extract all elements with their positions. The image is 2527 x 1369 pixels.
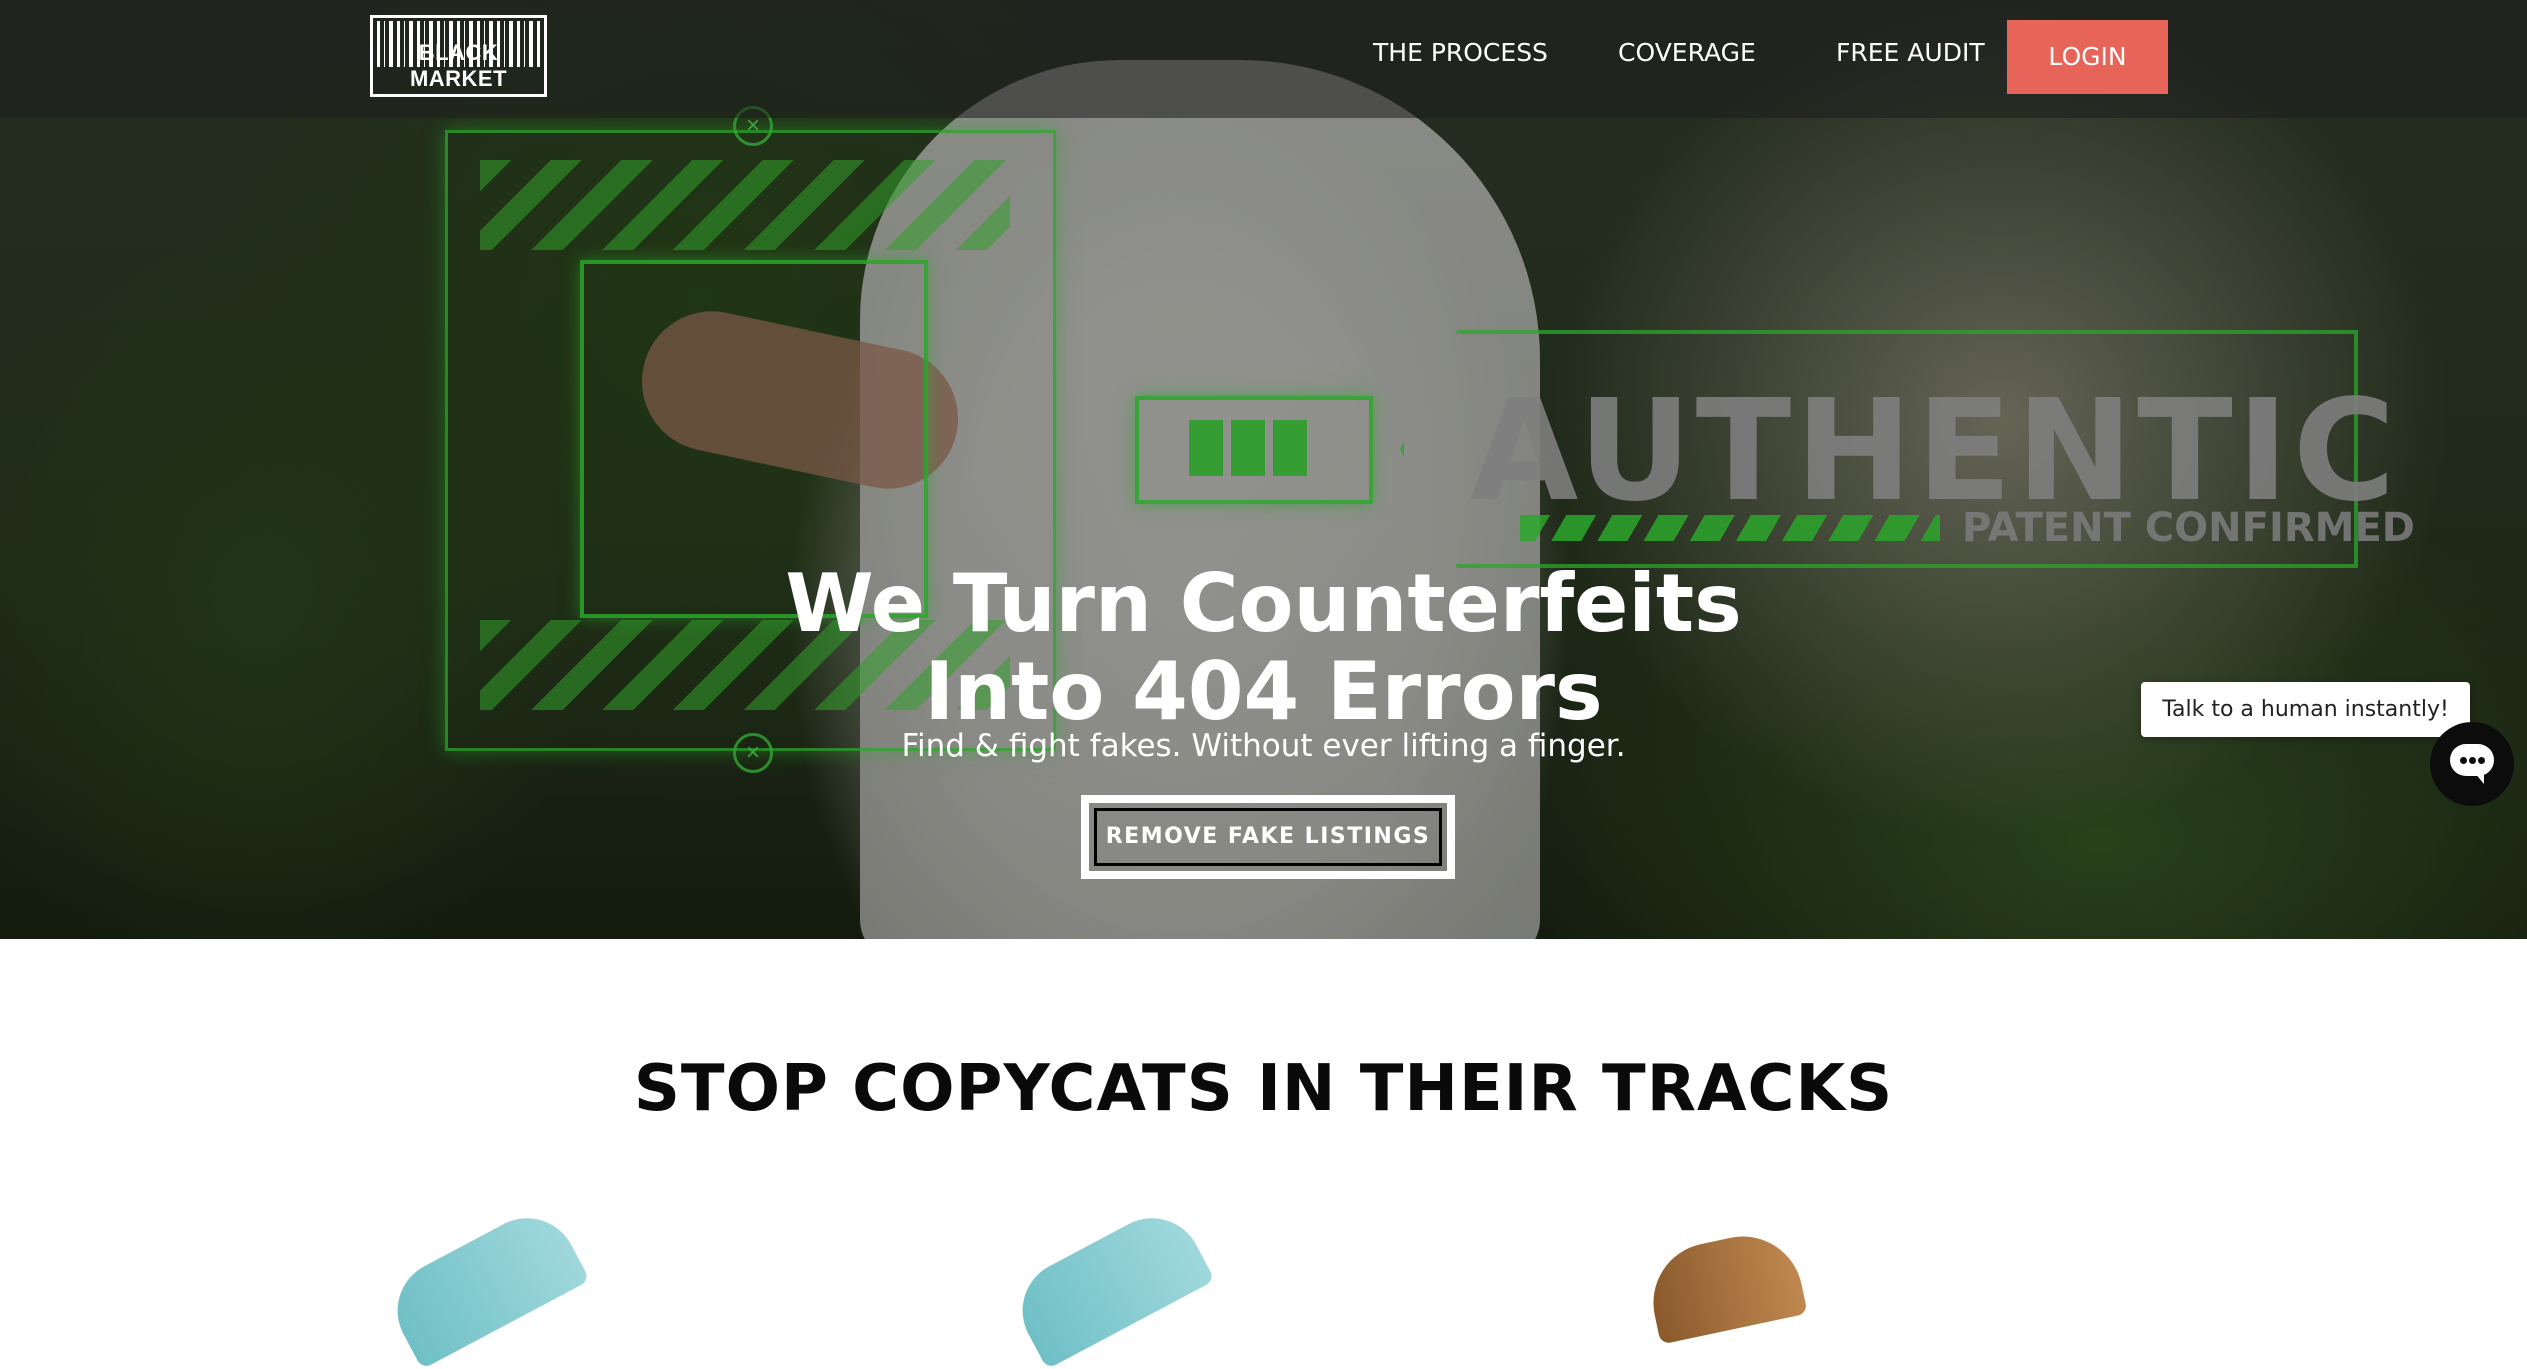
top-navbar: BLACK MARKET THE PROCESS COVERAGE FREE A… [0, 0, 2527, 118]
chat-prompt-bubble[interactable]: Talk to a human instantly! [2141, 682, 2470, 737]
chat-launcher-button[interactable] [2430, 722, 2514, 806]
nav-link-free-audit[interactable]: FREE AUDIT [1836, 38, 1985, 67]
hero-headline-line1: We Turn Counterfeits [785, 557, 1742, 650]
login-button[interactable]: LOGIN [2007, 20, 2168, 94]
product-image [379, 1200, 591, 1369]
remove-fake-listings-button[interactable]: REMOVE FAKE LISTINGS [1081, 795, 1455, 879]
chat-icon [2450, 744, 2494, 784]
product-image [1642, 1225, 1808, 1345]
nav-link-coverage[interactable]: COVERAGE [1618, 38, 1756, 67]
logo[interactable]: BLACK MARKET [370, 15, 547, 97]
logo-text: BLACK MARKET [409, 40, 508, 91]
section-title: STOP COPYCATS IN THEIR TRACKS [633, 1052, 1894, 1126]
product-image [1004, 1200, 1216, 1369]
nav-link-the-process[interactable]: THE PROCESS [1373, 38, 1548, 67]
